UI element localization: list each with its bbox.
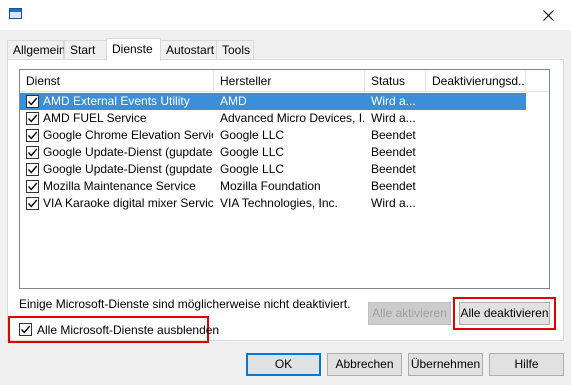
service-name: AMD FUEL Service	[43, 111, 147, 125]
service-name: AMD External Events Utility	[43, 94, 190, 108]
tab-autostart[interactable]: Autostart	[160, 40, 217, 59]
service-vendor: Google LLC	[220, 145, 285, 159]
table-row[interactable]: Google Chrome Elevation Service Google L…	[20, 127, 526, 144]
service-status: Wird a...	[371, 111, 416, 125]
system-config-icon	[9, 8, 22, 19]
title-bar[interactable]	[0, 0, 571, 30]
service-status: Beendet	[371, 128, 416, 142]
service-vendor: VIA Technologies, Inc.	[220, 196, 338, 210]
tab-allgemein[interactable]: Allgemein	[7, 40, 66, 59]
column-header-dienst[interactable]: Dienst	[20, 70, 214, 92]
service-name: Mozilla Maintenance Service	[43, 179, 196, 193]
service-status: Beendet	[371, 145, 416, 159]
service-checkbox[interactable]	[26, 180, 39, 193]
table-row[interactable]: VIA Karaoke digital mixer Service VIA Te…	[20, 195, 526, 212]
services-list[interactable]: Dienst Hersteller Status Deaktivierungsd…	[19, 69, 550, 289]
tab-start[interactable]: Start	[64, 40, 107, 59]
service-vendor: AMD	[220, 94, 247, 108]
table-row[interactable]: Mozilla Maintenance Service Mozilla Foun…	[20, 178, 526, 195]
service-vendor: Google LLC	[220, 128, 285, 142]
tab-strip: Allgemein Start Dienste Autostart Tools	[7, 38, 567, 61]
service-status: Beendet	[371, 162, 416, 176]
apply-button[interactable]: Übernehmen	[408, 353, 483, 376]
cancel-button[interactable]: Abbrechen	[327, 353, 402, 376]
service-vendor: Google LLC	[220, 162, 285, 176]
service-status: Wird a...	[371, 94, 416, 108]
service-vendor: Advanced Micro Devices, I...	[220, 111, 365, 125]
service-status: Wird a...	[371, 196, 416, 210]
enable-all-button[interactable]: Alle aktivieren	[368, 302, 451, 325]
table-row[interactable]: Google Update-Dienst (gupdate) Google LL…	[20, 144, 526, 161]
hide-ms-services-label[interactable]: Alle Microsoft-Dienste ausblenden	[37, 322, 219, 338]
service-vendor: Mozilla Foundation	[220, 179, 321, 193]
service-status: Beendet	[371, 179, 416, 193]
disable-all-button[interactable]: Alle deaktivieren	[459, 302, 550, 325]
column-header-deaktivierungsdatum[interactable]: Deaktivierungsd...	[426, 70, 526, 92]
service-checkbox[interactable]	[26, 197, 39, 210]
msconfig-window: Allgemein Start Dienste Autostart Tools …	[0, 0, 571, 385]
close-icon[interactable]	[525, 0, 571, 30]
help-button[interactable]: Hilfe	[489, 353, 564, 376]
hide-ms-services-checkbox[interactable]	[19, 323, 32, 336]
service-checkbox[interactable]	[26, 146, 39, 159]
tab-tools[interactable]: Tools	[216, 40, 254, 59]
list-header: Dienst Hersteller Status Deaktivierungsd…	[20, 70, 549, 92]
table-row[interactable]: AMD FUEL Service Advanced Micro Devices,…	[20, 110, 526, 127]
column-header-status[interactable]: Status	[365, 70, 426, 92]
service-name: VIA Karaoke digital mixer Service	[43, 196, 213, 210]
column-header-hersteller[interactable]: Hersteller	[214, 70, 365, 92]
table-row[interactable]: AMD External Events Utility AMD Wird a..…	[20, 93, 526, 110]
service-name: Google Update-Dienst (gupdate)	[43, 145, 213, 159]
service-name: Google Update-Dienst (gupdatem)	[43, 162, 213, 176]
service-checkbox[interactable]	[26, 129, 39, 142]
tab-dienste[interactable]: Dienste	[106, 38, 161, 61]
service-checkbox[interactable]	[26, 95, 39, 108]
ok-button[interactable]: OK	[246, 353, 321, 376]
service-checkbox[interactable]	[26, 112, 39, 125]
table-row[interactable]: Google Update-Dienst (gupdatem) Google L…	[20, 161, 526, 178]
hide-ms-services-highlight: Alle Microsoft-Dienste ausblenden	[8, 316, 219, 343]
service-name: Google Chrome Elevation Service	[43, 128, 213, 142]
ms-services-note: Einige Microsoft-Dienste sind möglicherw…	[19, 297, 351, 311]
service-checkbox[interactable]	[26, 163, 39, 176]
